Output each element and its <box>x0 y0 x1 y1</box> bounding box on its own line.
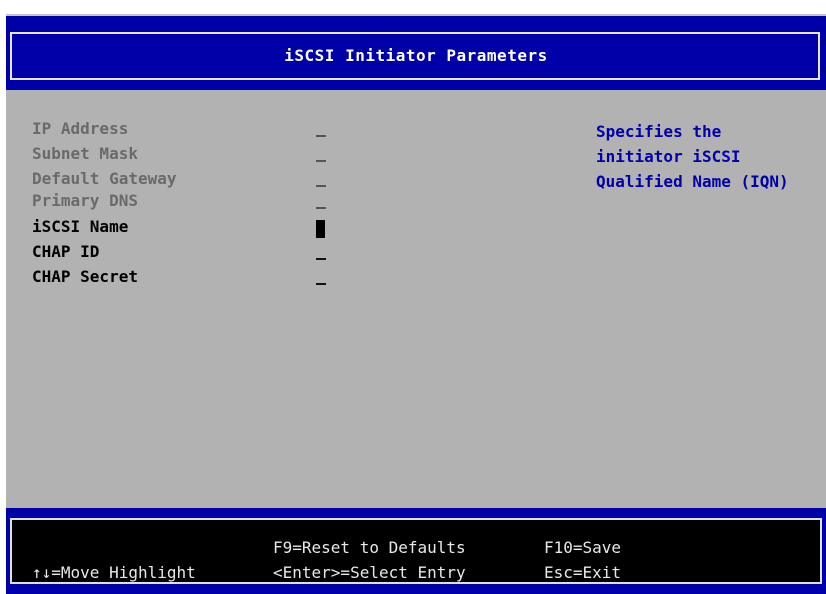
title-bar: iSCSI Initiator Parameters <box>6 14 826 92</box>
help-line: Qualified Name (IQN) <box>596 172 789 191</box>
bios-setup-screen: iSCSI Initiator Parameters IP Address Su… <box>0 0 826 594</box>
subnet-mask-label: Subnet Mask <box>32 144 138 163</box>
chap-secret-field[interactable] <box>316 283 326 285</box>
ip-address-field <box>316 135 326 137</box>
exit-hint: Esc=Exit <box>544 563 622 582</box>
primary-dns-label: Primary DNS <box>32 191 138 210</box>
chap-id-field[interactable] <box>316 258 326 260</box>
save-hint: F10=Save <box>544 538 622 557</box>
default-gateway-field <box>316 185 326 187</box>
ip-address-label: IP Address <box>32 119 129 138</box>
subnet-mask-field <box>316 160 326 162</box>
chap-secret-label[interactable]: CHAP Secret <box>32 267 138 286</box>
default-gateway-label: Default Gateway <box>32 169 177 188</box>
page-title: iSCSI Initiator Parameters <box>284 46 548 65</box>
move-highlight-hint: ↑↓=Move Highlight <box>32 563 196 582</box>
primary-dns-field <box>316 207 326 209</box>
iscsi-name-field[interactable] <box>316 220 325 238</box>
select-entry-hint: <Enter>=Select Entry <box>273 563 466 582</box>
help-line: initiator iSCSI <box>596 147 741 166</box>
reset-defaults-hint: F9=Reset to Defaults <box>273 538 466 557</box>
chap-id-label[interactable]: CHAP ID <box>32 242 99 261</box>
iscsi-name-label[interactable]: iSCSI Name <box>32 217 128 236</box>
help-line: Specifies the <box>596 122 722 141</box>
help-panel: Specifies the initiator iSCSI Qualified … <box>596 119 816 194</box>
